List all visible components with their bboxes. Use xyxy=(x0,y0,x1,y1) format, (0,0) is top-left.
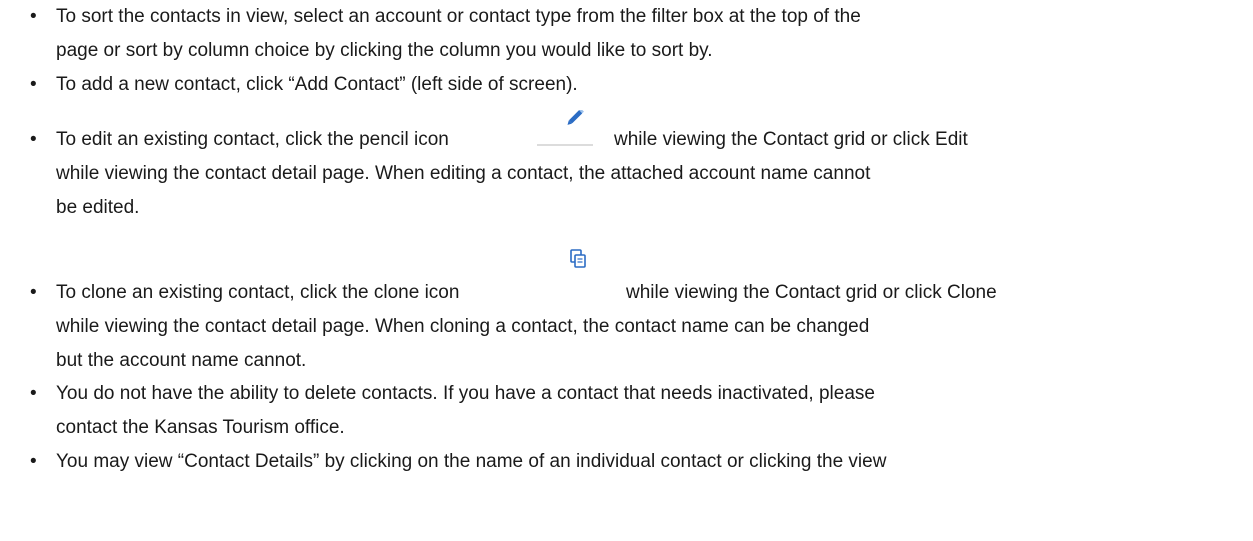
bullet-text-line: You may view “Contact Details” by clicki… xyxy=(56,451,887,472)
pencil-icon xyxy=(535,108,595,150)
bullet-marker: • xyxy=(30,74,37,95)
bullet-text-line: while viewing the Contact grid or click … xyxy=(614,129,968,150)
bullet-text-line: To sort the contacts in view, select an … xyxy=(56,6,861,27)
document-page: • To sort the contacts in view, select a… xyxy=(0,0,1253,541)
bullet-marker: • xyxy=(30,6,37,27)
bullet-marker: • xyxy=(30,129,37,150)
bullet-text-line: contact the Kansas Tourism office. xyxy=(56,417,345,438)
bullet-text-line: while viewing the contact detail page. W… xyxy=(56,163,871,184)
bullet-text-line: To clone an existing contact, click the … xyxy=(56,282,460,303)
bullet-marker: • xyxy=(30,383,37,404)
bullet-text-line: be edited. xyxy=(56,197,140,218)
bullet-text-line: To edit an existing contact, click the p… xyxy=(56,129,449,150)
clone-icon xyxy=(564,247,594,271)
bullet-marker: • xyxy=(30,451,37,472)
bullet-text-line: while viewing the contact detail page. W… xyxy=(56,316,870,337)
bullet-text-line: You do not have the ability to delete co… xyxy=(56,383,875,404)
bullet-text-line: To add a new contact, click “Add Contact… xyxy=(56,74,578,95)
bullet-text-line: but the account name cannot. xyxy=(56,350,307,371)
bullet-text-line: page or sort by column choice by clickin… xyxy=(56,40,713,61)
bullet-text-line: while viewing the Contact grid or click … xyxy=(626,282,997,303)
bullet-marker: • xyxy=(30,282,37,303)
